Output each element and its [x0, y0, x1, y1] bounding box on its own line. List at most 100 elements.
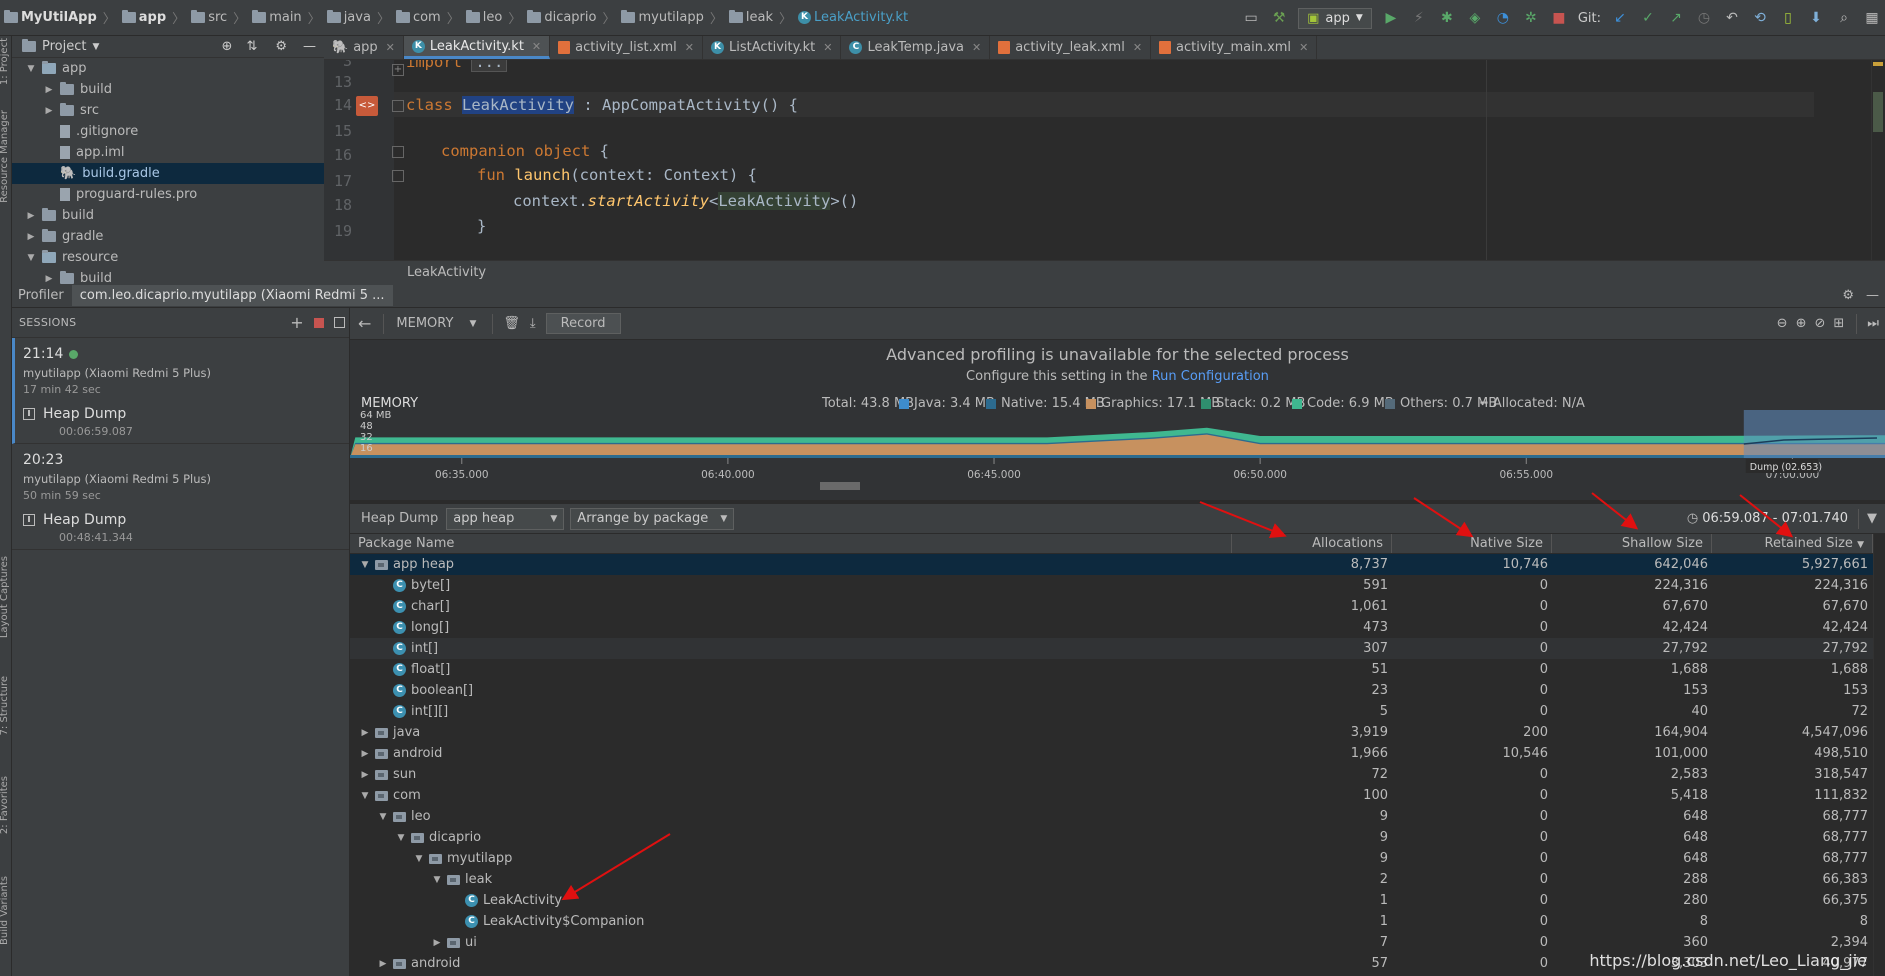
- table-row[interactable]: Cfloat[] 51 0 1,688 1,688: [350, 659, 1885, 680]
- stop-session-icon[interactable]: [314, 317, 324, 328]
- hide-icon[interactable]: —: [303, 39, 316, 54]
- table-row[interactable]: ▼ dicaprio 9 0 648 68,777: [350, 827, 1885, 848]
- editor-tab-activity-leak-xml[interactable]: activity_leak.xml ✕: [990, 36, 1152, 59]
- run-configuration-link[interactable]: Run Configuration: [1152, 369, 1269, 384]
- table-row[interactable]: ▶ ui 7 0 360 2,394: [350, 932, 1885, 953]
- breadcrumb-item[interactable]: src: [191, 10, 227, 25]
- add-session-icon[interactable]: +: [290, 313, 304, 332]
- session-item[interactable]: 21:14 myutilapp (Xiaomi Redmi 5 Plus) 17…: [12, 338, 349, 444]
- fold-marker-icon[interactable]: [392, 146, 404, 158]
- editor-tab-activity-main-xml[interactable]: activity_main.xml ✕: [1151, 36, 1318, 59]
- close-icon[interactable]: ✕: [972, 41, 981, 54]
- breadcrumb-item[interactable]: java: [326, 10, 371, 25]
- column-header-allocations[interactable]: Allocations: [1232, 534, 1392, 553]
- git-push-icon[interactable]: ↗: [1667, 9, 1685, 27]
- collapse-icon[interactable]: ▶: [360, 728, 370, 738]
- tool-tab-build-variants[interactable]: Build Variants: [0, 876, 10, 945]
- hide-icon[interactable]: —: [1866, 288, 1879, 303]
- editor-breadcrumb[interactable]: LeakActivity: [324, 260, 1885, 284]
- close-icon[interactable]: ✕: [1133, 41, 1142, 54]
- collapse-all-icon[interactable]: ⇅: [246, 39, 257, 54]
- tree-item-src[interactable]: ▶ src: [12, 100, 324, 121]
- heap-select[interactable]: app heap ▼: [446, 507, 565, 530]
- breadcrumb-item[interactable]: K LeakActivity.kt: [798, 10, 908, 25]
- expand-icon[interactable]: ▼: [414, 854, 424, 864]
- table-row[interactable]: Clong[] 473 0 42,424 42,424: [350, 617, 1885, 638]
- breadcrumb-item[interactable]: MyUtilApp: [4, 10, 97, 25]
- close-icon[interactable]: ✕: [823, 41, 832, 54]
- profiler-process-tab[interactable]: com.leo.dicaprio.myutilapp (Xiaomi Redmi…: [71, 285, 393, 306]
- tree-item-build-gradle[interactable]: 🐘 build.gradle: [12, 163, 324, 184]
- project-view-select[interactable]: Project: [42, 39, 86, 54]
- fold-marker-icon[interactable]: [392, 170, 404, 182]
- close-icon[interactable]: ✕: [685, 41, 694, 54]
- editor-tab-leakactivity-kt[interactable]: K LeakActivity.kt ✕: [403, 36, 551, 59]
- fold-marker-icon[interactable]: +: [392, 64, 404, 76]
- tree-item-proguard-rules-pro[interactable]: proguard-rules.pro: [12, 184, 324, 205]
- run-gutter-icon[interactable]: <>: [356, 96, 378, 116]
- tree-item-app[interactable]: ▼ app: [12, 58, 324, 79]
- folded-imports[interactable]: ...: [471, 60, 508, 72]
- profiler-stage-select[interactable]: MEMORY ▼: [396, 316, 476, 331]
- expand-icon[interactable]: ▼: [360, 791, 370, 801]
- expand-icon[interactable]: ▼: [432, 875, 442, 885]
- collapse-icon[interactable]: ▶: [44, 85, 54, 95]
- expand-icon[interactable]: ▼: [360, 560, 370, 570]
- sdk-manager-icon[interactable]: ⬇: [1807, 9, 1825, 27]
- expand-icon[interactable]: ▼: [396, 833, 406, 843]
- collapse-icon[interactable]: ▶: [378, 959, 388, 969]
- breadcrumb-item[interactable]: leak: [728, 10, 773, 25]
- record-button[interactable]: Record: [545, 313, 621, 334]
- collapse-icon[interactable]: ▶: [44, 274, 54, 284]
- table-row[interactable]: ▼ app heap 8,737 10,746 642,046 5,927,661: [350, 554, 1885, 575]
- zoom-to-selection-icon[interactable]: ⊞: [1833, 316, 1844, 331]
- table-row[interactable]: C LeakActivity 1 0 280 66,375: [350, 890, 1885, 911]
- gradle-sync-icon[interactable]: ⟲: [1751, 9, 1769, 27]
- trash-icon[interactable]: 🗑: [503, 316, 520, 331]
- apply-changes-icon[interactable]: ⚡: [1410, 9, 1428, 27]
- stop-icon[interactable]: ■: [1550, 9, 1568, 27]
- session-item[interactable]: 20:23 myutilapp (Xiaomi Redmi 5 Plus) 50…: [12, 444, 349, 550]
- table-row[interactable]: ▼ leak 2 0 288 66,383: [350, 869, 1885, 890]
- column-header-retained-size[interactable]: Retained Size ▼: [1712, 534, 1873, 553]
- tree-item-resource[interactable]: ▼ resource: [12, 247, 324, 268]
- zoom-out-icon[interactable]: ⊖: [1777, 316, 1788, 331]
- reset-zoom-icon[interactable]: ⊘: [1814, 316, 1825, 331]
- gear-icon[interactable]: ⚙: [1842, 288, 1854, 303]
- arrange-select[interactable]: Arrange by package ▼: [570, 507, 735, 530]
- editor-scrollbar[interactable]: [1871, 60, 1885, 260]
- column-header-package-name[interactable]: Package Name: [350, 534, 1232, 553]
- collapse-icon[interactable]: ▶: [360, 749, 370, 759]
- vertical-scrollbar[interactable]: [1873, 534, 1885, 976]
- close-icon[interactable]: ✕: [386, 41, 395, 54]
- tree-item-build[interactable]: ▶ build: [12, 205, 324, 226]
- run-icon[interactable]: ▶: [1382, 9, 1400, 27]
- heap-dump-artifact[interactable]: Heap Dump: [23, 512, 349, 528]
- tool-tab-favorites[interactable]: 2: Favorites: [0, 776, 10, 834]
- breadcrumb-item[interactable]: main: [252, 10, 302, 25]
- dump-java-heap-icon[interactable]: ⤓: [530, 316, 536, 331]
- git-update-icon[interactable]: ↙: [1611, 9, 1629, 27]
- attach-debugger-icon[interactable]: ✲: [1522, 9, 1540, 27]
- collapse-icon[interactable]: ▶: [26, 232, 36, 242]
- table-row[interactable]: Cint[][] 5 0 40 72: [350, 701, 1885, 722]
- breadcrumb-item[interactable]: dicaprio: [527, 10, 596, 25]
- column-header-shallow-size[interactable]: Shallow Size: [1552, 534, 1712, 553]
- layout-inspector-icon[interactable]: ▦: [1863, 9, 1881, 27]
- device-manager-icon[interactable]: ▭: [1242, 9, 1260, 27]
- tool-tab-project[interactable]: 1: Project: [0, 38, 10, 85]
- memory-chart[interactable]: 64 MB483216 06:35.000 06:40.000 06:45.000 06…: [350, 410, 1885, 500]
- editor-tab-listactivity-kt[interactable]: K ListActivity.kt ✕: [703, 36, 842, 59]
- tool-tab-structure[interactable]: 7: Structure: [0, 676, 10, 735]
- chevron-down-icon[interactable]: ▼: [92, 42, 99, 52]
- table-row[interactable]: Cboolean[] 23 0 153 153: [350, 680, 1885, 701]
- table-row[interactable]: Cint[] 307 0 27,792 27,792: [350, 638, 1885, 659]
- code-editor[interactable]: 3 13 14 15 16 17 18 19 + <> import ... c…: [324, 60, 1885, 260]
- coverage-icon[interactable]: ◈: [1466, 9, 1484, 27]
- collapse-icon[interactable]: ▶: [44, 106, 54, 116]
- column-header-native-size[interactable]: Native Size: [1392, 534, 1552, 553]
- collapse-icon[interactable]: ▶: [360, 770, 370, 780]
- tree-item-gradle[interactable]: ▶ gradle: [12, 226, 324, 247]
- expand-icon[interactable]: ▼: [26, 64, 36, 74]
- tree-item-app-iml[interactable]: app.iml: [12, 142, 324, 163]
